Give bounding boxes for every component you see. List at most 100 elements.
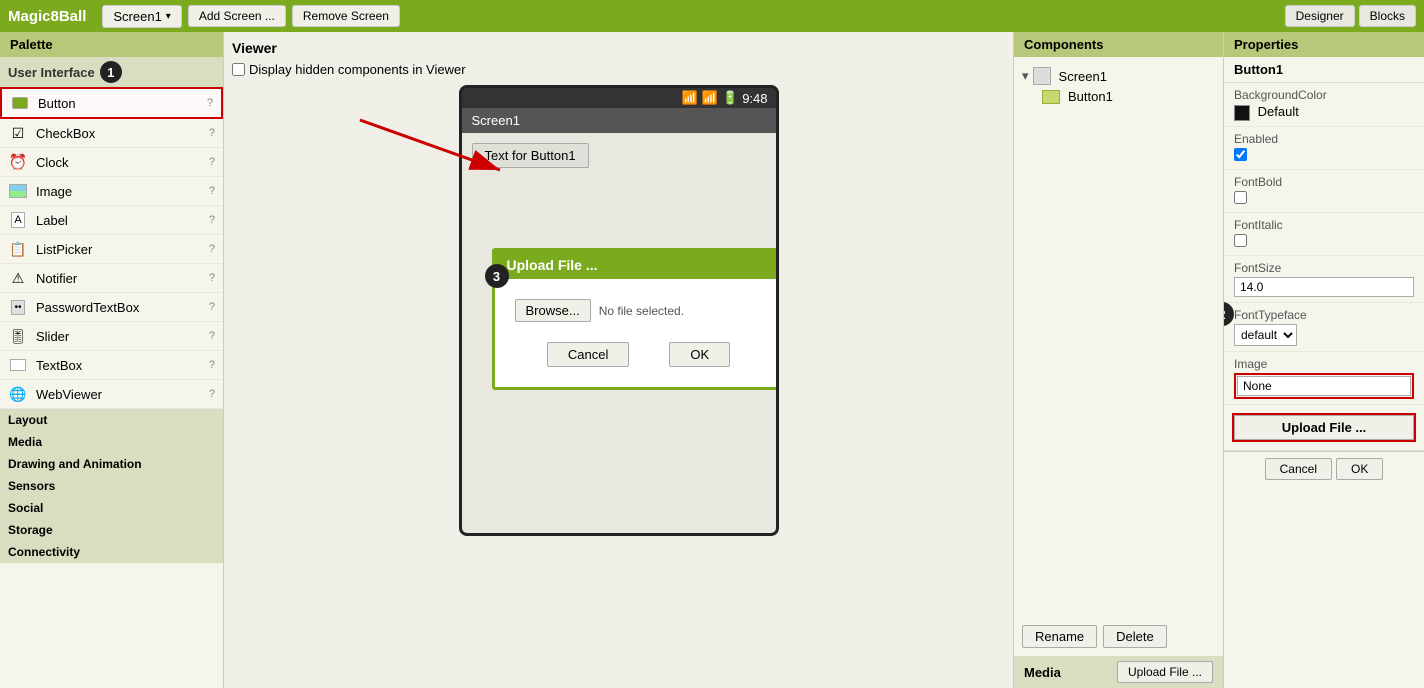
button1-icon [1042, 90, 1060, 104]
delete-button[interactable]: Delete [1103, 625, 1167, 648]
sensors-section[interactable]: Sensors [0, 475, 223, 497]
main-layout: Palette User Interface 1 Button ? ☑ Chec… [0, 32, 1424, 688]
toggle-icon[interactable]: ▾ [1022, 68, 1029, 84]
palette-item-notifier[interactable]: ⚠ Notifier ? [0, 264, 223, 293]
upload-file-section: Upload File ... [1224, 405, 1424, 451]
label-help-icon[interactable]: ? [209, 214, 215, 226]
social-section[interactable]: Social [0, 497, 223, 519]
palette-title: Palette [0, 32, 223, 57]
user-interface-section[interactable]: User Interface 1 [0, 57, 223, 87]
palette-item-textbox[interactable]: TextBox ? [0, 351, 223, 380]
palette-item-label[interactable]: A Label ? [0, 206, 223, 235]
props-ok-button[interactable]: OK [1336, 458, 1383, 480]
button-help-icon[interactable]: ? [207, 97, 213, 109]
media-upload-button[interactable]: Upload File ... [1117, 661, 1213, 683]
phone-title-bar: Screen1 [462, 108, 776, 133]
fontitalic-checkbox[interactable] [1234, 234, 1247, 247]
checkbox-icon: ☑ [8, 123, 28, 143]
media-title: Media [1024, 665, 1061, 680]
palette-panel: Palette User Interface 1 Button ? ☑ Chec… [0, 32, 224, 688]
media-section[interactable]: Media [0, 431, 223, 453]
palette-item-checkbox[interactable]: ☑ CheckBox ? [0, 119, 223, 148]
upload-file-highlight: Upload File ... [1232, 413, 1416, 442]
fonttypeface-select[interactable]: default [1234, 324, 1297, 346]
storage-section[interactable]: Storage [0, 519, 223, 541]
badge-3: 3 [485, 264, 509, 288]
palette-item-button[interactable]: Button ? [0, 87, 223, 119]
dialog-ok-button[interactable]: OK [669, 342, 730, 367]
topbar: Magic8Ball Screen1 ▾ Add Screen ... Remo… [0, 0, 1424, 32]
palette-item-passwordtextbox[interactable]: •• PasswordTextBox ? [0, 293, 223, 322]
phone-button1[interactable]: Text for Button1 [472, 143, 589, 168]
component-tree: ▾ Screen1 Button1 [1014, 57, 1223, 617]
connectivity-section[interactable]: Connectivity [0, 541, 223, 563]
properties-title: Properties [1224, 32, 1424, 57]
dialog-buttons: Cancel OK [515, 342, 763, 367]
phone-frame: 📶 📶 🔋 9:48 Screen1 Text for Button1 Uplo… [459, 85, 779, 536]
palette-item-slider[interactable]: 🎚 Slider ? [0, 322, 223, 351]
prop-image: Image [1224, 352, 1424, 405]
prop-fonttypeface: FontTypeface default [1224, 303, 1424, 352]
component-screen1[interactable]: ▾ Screen1 [1022, 65, 1215, 87]
notifier-help-icon[interactable]: ? [209, 272, 215, 284]
hidden-components-checkbox-row: Display hidden components in Viewer [232, 62, 1005, 77]
media-panel: Media Upload File ... [1014, 656, 1223, 688]
image-help-icon[interactable]: ? [209, 185, 215, 197]
listpicker-icon: 📋 [8, 239, 28, 259]
designer-button[interactable]: Designer [1285, 5, 1355, 27]
viewer-title: Viewer [232, 40, 1005, 56]
button1-label: Button1 [1068, 89, 1113, 104]
listpicker-help-icon[interactable]: ? [209, 243, 215, 255]
screen-dropdown[interactable]: Screen1 ▾ [102, 5, 181, 28]
properties-bottom-buttons: Cancel OK [1224, 451, 1424, 486]
hidden-components-checkbox[interactable] [232, 63, 245, 76]
enabled-checkbox[interactable] [1234, 148, 1247, 161]
image-icon [8, 181, 28, 201]
passwordtextbox-icon: •• [8, 297, 28, 317]
palette-item-webviewer-label: WebViewer [36, 387, 209, 402]
phone-status-bar: 📶 📶 🔋 9:48 [462, 88, 776, 108]
fontbold-checkbox[interactable] [1234, 191, 1247, 204]
clock-help-icon[interactable]: ? [209, 156, 215, 168]
textbox-help-icon[interactable]: ? [209, 359, 215, 371]
dropdown-caret-icon: ▾ [166, 11, 171, 22]
signal-icon: 📶 [702, 90, 718, 106]
checkbox-help-icon[interactable]: ? [209, 127, 215, 139]
slider-icon: 🎚 [8, 326, 28, 346]
upload-dialog-title: Upload File ... [495, 251, 779, 279]
notifier-icon: ⚠ [8, 268, 28, 288]
add-screen-button[interactable]: Add Screen ... [188, 5, 286, 27]
textbox-icon [8, 355, 28, 375]
fontsize-input[interactable] [1234, 277, 1414, 297]
image-input[interactable] [1237, 376, 1411, 396]
palette-item-image[interactable]: Image ? [0, 177, 223, 206]
dialog-cancel-button[interactable]: Cancel [547, 342, 629, 367]
palette-item-clock[interactable]: ⏰ Clock ? [0, 148, 223, 177]
component-button1[interactable]: Button1 [1042, 87, 1215, 106]
layout-section[interactable]: Layout [0, 409, 223, 431]
phone-time: 9:48 [742, 91, 767, 106]
palette-item-listpicker[interactable]: 📋 ListPicker ? [0, 235, 223, 264]
browse-button[interactable]: Browse... [515, 299, 591, 322]
components-title: Components [1014, 32, 1223, 57]
phone-content: Text for Button1 Upload File ... 3 Brows… [462, 133, 776, 533]
prop-fontsize: FontSize [1224, 256, 1424, 303]
hidden-components-label: Display hidden components in Viewer [249, 62, 466, 77]
webviewer-help-icon[interactable]: ? [209, 388, 215, 400]
webviewer-icon: 🌐 [8, 384, 28, 404]
properties-component-name: Button1 [1224, 57, 1424, 83]
no-file-selected-label: No file selected. [599, 304, 684, 318]
label-icon: A [8, 210, 28, 230]
passwordtextbox-help-icon[interactable]: ? [209, 301, 215, 313]
battery-icon: 🔋 [722, 90, 738, 106]
upload-file-button[interactable]: Upload File ... [1234, 415, 1414, 440]
screen1-icon [1033, 67, 1051, 85]
props-cancel-button[interactable]: Cancel [1265, 458, 1332, 480]
slider-help-icon[interactable]: ? [209, 330, 215, 342]
palette-item-webviewer[interactable]: 🌐 WebViewer ? [0, 380, 223, 409]
remove-screen-button[interactable]: Remove Screen [292, 5, 400, 27]
drawing-animation-section[interactable]: Drawing and Animation [0, 453, 223, 475]
blocks-button[interactable]: Blocks [1359, 5, 1416, 27]
palette-item-clock-label: Clock [36, 155, 209, 170]
rename-button[interactable]: Rename [1022, 625, 1097, 648]
